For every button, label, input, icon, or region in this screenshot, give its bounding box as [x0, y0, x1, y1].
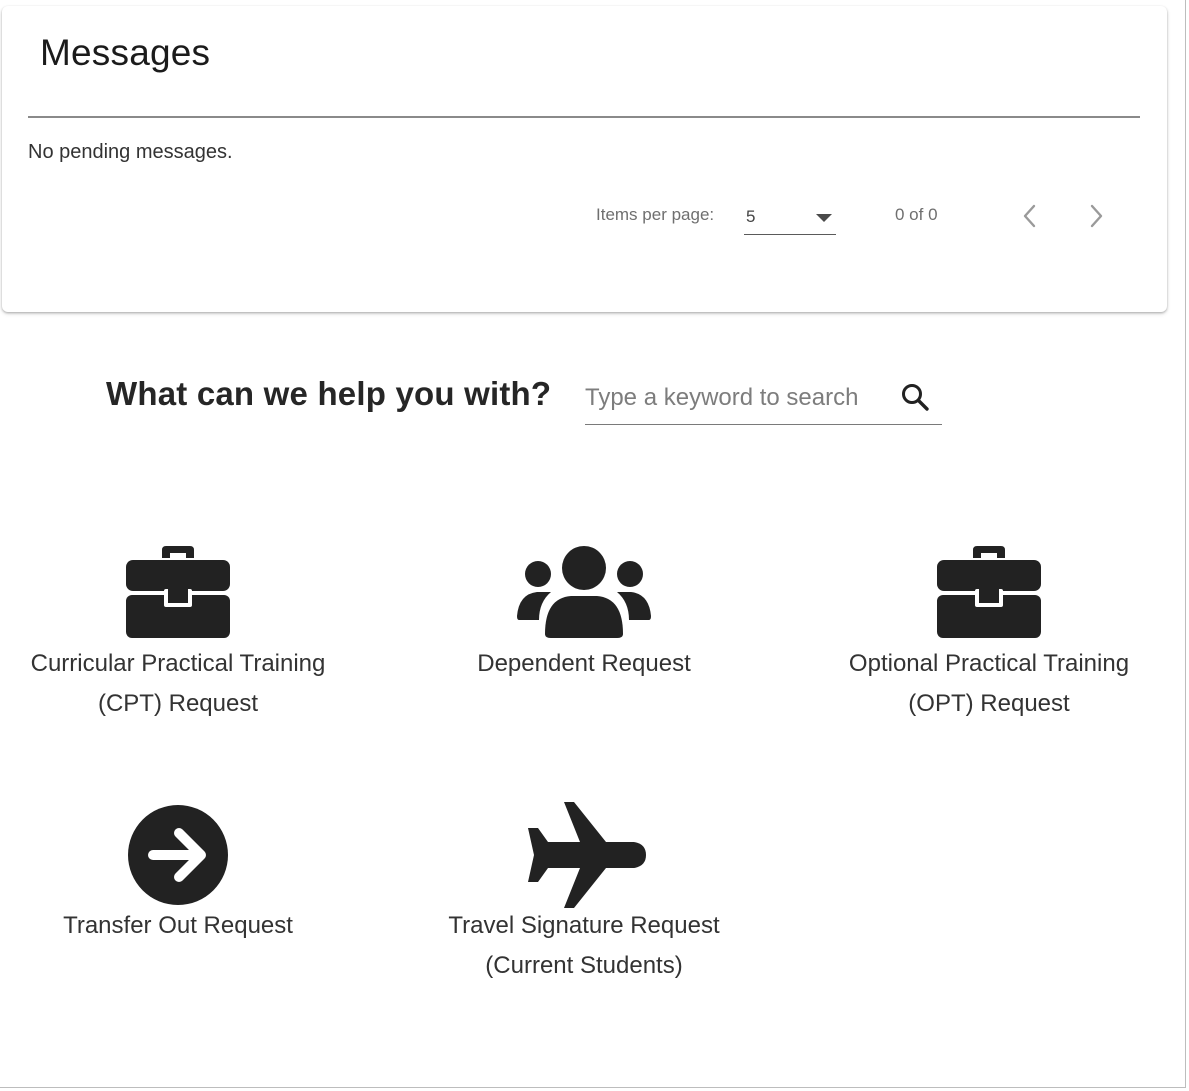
search-box: [585, 374, 942, 425]
service-tile-dependent[interactable]: Dependent Request: [404, 540, 764, 730]
service-tile-opt[interactable]: Optional Practical Training (OPT) Reques…: [809, 540, 1169, 730]
dropdown-arrow-icon: [816, 214, 832, 222]
empty-messages-text: No pending messages.: [28, 141, 233, 163]
service-label-line1: Dependent Request: [477, 650, 691, 677]
users-icon: [517, 546, 651, 638]
service-label-line1: Optional Practical Training: [848, 650, 1130, 677]
service-label-line1: Transfer Out Request: [63, 912, 293, 939]
briefcase-icon: [937, 546, 1041, 638]
page-size-select[interactable]: 5: [744, 198, 836, 235]
messages-title: Messages: [40, 32, 211, 73]
next-page-button[interactable]: [1076, 196, 1116, 236]
search-icon[interactable]: [899, 381, 933, 415]
briefcase-icon: [126, 546, 230, 638]
service-label-line2: (Current Students): [485, 952, 683, 979]
search-input[interactable]: [585, 380, 885, 416]
service-label-line2: (CPT) Request: [97, 690, 259, 717]
service-label-line1: Curricular Practical Training: [30, 650, 326, 677]
service-label-line2: (OPT) Request: [908, 690, 1070, 717]
chevron-left-icon: [1023, 204, 1036, 228]
arrow-circle-right-icon: [128, 805, 228, 905]
service-tile-transfer-out[interactable]: Transfer Out Request: [0, 798, 356, 998]
previous-page-button[interactable]: [1010, 196, 1050, 236]
service-label-line1: Travel Signature Request: [448, 912, 720, 939]
messages-card: Messages No pending messages. Items per …: [2, 6, 1167, 312]
service-tile-travel-signature[interactable]: Travel Signature Request (Current Studen…: [404, 798, 764, 998]
help-heading: What can we help you with?: [106, 375, 552, 412]
plane-icon: [528, 802, 646, 908]
page-range-label: 0 of 0: [895, 205, 938, 224]
paginator: Items per page: 5 0 of 0: [2, 192, 1167, 238]
messages-divider: [28, 116, 1140, 118]
service-tile-cpt[interactable]: Curricular Practical Training (CPT) Requ…: [0, 540, 356, 730]
items-per-page-label: Items per page:: [596, 205, 715, 224]
page-size-value: 5: [746, 207, 756, 226]
chevron-right-icon: [1090, 204, 1103, 228]
